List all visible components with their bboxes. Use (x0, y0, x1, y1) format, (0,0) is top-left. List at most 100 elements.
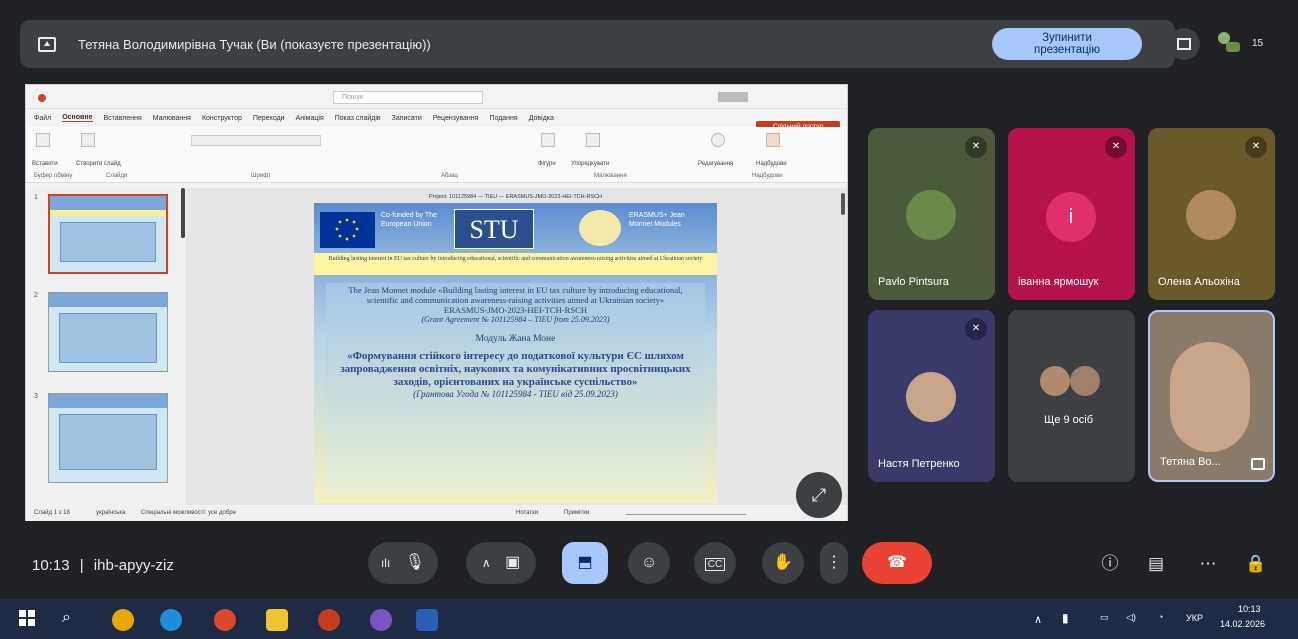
mic-off-icon: ✕ (1105, 136, 1127, 158)
avatar (1040, 366, 1070, 396)
paste-icon[interactable] (36, 133, 50, 147)
paste-label: Вставити (32, 161, 58, 167)
powerpoint-logo-icon (38, 94, 46, 102)
tab-view[interactable]: Подання (489, 115, 517, 122)
volume-icon[interactable]: ◁) (1126, 612, 1136, 623)
slide-scrollbar[interactable] (841, 193, 845, 215)
ppt-search-box[interactable]: Пошук (333, 91, 483, 104)
notes-button[interactable]: Нотатки (516, 510, 538, 516)
participant-tile[interactable]: ✕ Pavlo Pintsura (868, 128, 995, 300)
addins-icon[interactable] (766, 133, 780, 147)
avatar (1186, 190, 1236, 240)
activities-icon[interactable]: ⋯ (1196, 552, 1220, 576)
tray-chevron-icon[interactable]: ∧ (1034, 613, 1042, 626)
group-font: Шрифт (251, 173, 271, 179)
new-slide-icon[interactable] (81, 133, 95, 147)
participant-tile[interactable]: ✕ Олена Альохіна (1148, 128, 1275, 300)
tab-animations[interactable]: Анімація (296, 115, 324, 122)
tab-draw[interactable]: Малювання (153, 115, 191, 122)
camera-icon: ▣ (505, 554, 521, 571)
tab-insert[interactable]: Вставлення (104, 115, 142, 122)
slide-logo-header: Project: 101125984 — TIEU — ERASMUS-JMO-… (314, 194, 717, 253)
tab-review[interactable]: Рецензування (433, 115, 479, 122)
tray-usb-icon[interactable]: ▮ (1062, 611, 1069, 625)
viber-icon[interactable] (370, 609, 392, 631)
self-view-tile[interactable]: Тетяна Во... (1148, 310, 1275, 482)
tab-slideshow[interactable]: Показ слайдів (335, 115, 381, 122)
module-english-text: The Jean Monnet module «Building lasting… (348, 285, 683, 315)
battery-icon[interactable]: ▭ (1100, 612, 1109, 623)
hand-icon: ✋ (773, 554, 793, 571)
participants-avatars-icon[interactable] (1214, 28, 1246, 60)
thumb-number: 3 (34, 393, 38, 400)
word-icon[interactable] (416, 609, 438, 631)
tab-file[interactable]: Файл (34, 115, 51, 122)
more-options-button[interactable]: ⋮ (820, 542, 848, 584)
language-status[interactable]: українська (96, 510, 126, 516)
pip-icon[interactable] (1251, 458, 1265, 470)
camera-button[interactable]: ∧ ▣ (466, 542, 536, 584)
powerpoint-icon[interactable] (318, 609, 340, 631)
accessibility-status[interactable]: Спеціальні можливості: усе добре (141, 510, 236, 516)
keyboard-language[interactable]: УКР (1186, 613, 1203, 623)
group-addins: Надбудови (752, 173, 783, 179)
slide-thumbnail[interactable] (48, 393, 168, 483)
others-tile[interactable]: Ще 9 осіб (1008, 310, 1135, 482)
wifi-icon[interactable]: ◔ (1158, 612, 1163, 622)
present-now-button[interactable]: ⬒ (562, 542, 608, 584)
thumbnails-scrollbar[interactable] (181, 188, 185, 238)
comments-button[interactable]: Примітки (564, 510, 589, 516)
chat-icon[interactable]: ▤ (1144, 552, 1168, 576)
file-explorer-icon[interactable] (266, 609, 288, 631)
meeting-code: ihb-apyy-ziz (93, 557, 174, 574)
shapes-icon[interactable] (541, 133, 555, 147)
participant-tile[interactable]: ✕ Настя Петренко (868, 310, 995, 482)
more-vert-icon: ⋮ (826, 554, 842, 571)
ppt-account-button[interactable] (718, 92, 748, 102)
font-name-box[interactable] (191, 135, 321, 146)
grant-english: (Grant Agreement № 101125984 – TIEU from… (421, 315, 610, 324)
mic-button[interactable]: ılı 🎙 (368, 542, 438, 584)
tab-transitions[interactable]: Переходи (253, 115, 285, 122)
group-slides: Слайди (106, 173, 128, 179)
addins-label: Надбудови (756, 161, 787, 167)
windows-start-icon[interactable] (18, 609, 40, 631)
editing-label: Редагування (698, 161, 734, 167)
grant-ukrainian: (Грантова Угода № 101125984 - TIEU від 2… (413, 389, 618, 399)
slide-counter: Слайд 1 з 18 (34, 510, 70, 516)
search-icon[interactable]: ⌕ (62, 609, 84, 631)
slide-thumbnail[interactable] (48, 292, 168, 372)
chrome-active-icon[interactable] (214, 609, 236, 631)
module-ukrainian-title: Модуль Жана Моне (475, 334, 556, 344)
chevron-up-icon: ∧ (481, 556, 491, 570)
taskbar-time[interactable]: 10:13 (1238, 604, 1261, 614)
tab-home[interactable]: Основне (62, 114, 93, 122)
stop-presenting-button[interactable]: Зупинити презентацію (992, 28, 1142, 60)
expand-icon[interactable]: ⤢ (796, 472, 842, 518)
slide-thumbnail[interactable] (48, 194, 168, 274)
present-icon: ⬒ (577, 554, 593, 571)
emoji-button[interactable]: ☺ (628, 542, 670, 584)
tab-record[interactable]: Записати (392, 115, 422, 122)
leave-call-button[interactable]: ☎ (862, 542, 932, 584)
stop-presenting-label-1: Зупинити (1042, 32, 1092, 44)
host-controls-icon[interactable]: 🔒 (1244, 552, 1268, 576)
zoom-slider[interactable] (626, 514, 746, 515)
captions-button[interactable]: CC (694, 542, 736, 584)
module-ukrainian-text: «Формування стійкого інтересу до податко… (340, 350, 691, 388)
mic-off-icon: ✕ (965, 136, 987, 158)
participant-tile[interactable]: ✕ i іванна ярмошук (1008, 128, 1135, 300)
info-icon[interactable]: ⓘ (1098, 552, 1122, 576)
tab-design[interactable]: Конструктор (202, 115, 242, 122)
ppt-title-bar: Пошук (26, 85, 847, 109)
edge-icon[interactable] (160, 609, 182, 631)
taskbar-date[interactable]: 14.02.2026 (1220, 619, 1265, 629)
chrome-icon[interactable] (112, 609, 134, 631)
find-icon[interactable] (711, 133, 725, 147)
raise-hand-button[interactable]: ✋ (762, 542, 804, 584)
tab-help[interactable]: Довідка (529, 115, 554, 122)
layout-icon[interactable] (1168, 28, 1200, 60)
arrange-icon[interactable] (586, 133, 600, 147)
thumb-number: 1 (34, 194, 38, 201)
others-count: Ще 9 осіб (1044, 414, 1094, 426)
